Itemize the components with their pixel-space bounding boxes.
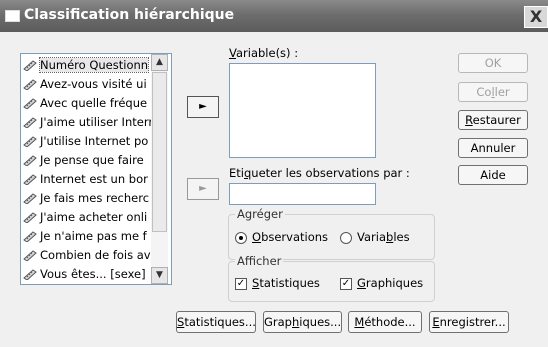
move-to-variables-button[interactable]: ►: [187, 96, 219, 118]
cancel-button[interactable]: Annuler: [458, 138, 528, 158]
variables-radio-label[interactable]: Variables: [357, 230, 410, 244]
ruler-icon: [23, 79, 37, 90]
list-item-label: Combien de fois av: [40, 248, 151, 262]
list-item-label: Vous êtes... [sexe]: [40, 267, 146, 281]
ruler-icon: [23, 155, 37, 166]
list-item[interactable]: J'utilise Internet po: [23, 132, 157, 151]
statistics-checkbox[interactable]: ✓: [235, 278, 247, 290]
ruler-icon: [23, 193, 37, 204]
window-title: Classification hiérarchique: [24, 7, 235, 23]
reset-button[interactable]: Restaurer: [458, 110, 528, 130]
ruler-icon: [23, 250, 37, 261]
list-item[interactable]: J'aime utiliser Interr: [23, 113, 157, 132]
move-to-label-button[interactable]: ►: [187, 178, 219, 200]
ruler-icon: [23, 98, 37, 109]
scroll-down-button[interactable]: ▼: [151, 267, 168, 284]
ruler-icon: [23, 136, 37, 147]
variables-label: Variable(s) :: [229, 46, 299, 60]
display-legend: Afficher: [235, 254, 284, 268]
ruler-icon: [23, 212, 37, 223]
list-item-label: Je fais mes recherc: [40, 191, 150, 205]
list-item[interactable]: Vous êtes... [sexe]: [23, 265, 157, 284]
title-bar[interactable]: Classification hiérarchique X: [0, 0, 548, 32]
observations-radio[interactable]: [235, 232, 247, 244]
list-item-label: Avez-vous visité ui: [40, 77, 147, 91]
graphics-button[interactable]: Graphiques...: [263, 311, 342, 333]
graphics-checkbox[interactable]: ✓: [340, 278, 352, 290]
list-item-label: J'aime acheter onli: [40, 210, 148, 224]
ok-button[interactable]: OK: [458, 53, 528, 73]
list-item[interactable]: Internet est un bor: [23, 170, 157, 189]
variables-target-list[interactable]: [229, 63, 376, 158]
label-cases-label: Etiqueter les observations par :: [229, 166, 410, 180]
statistics-button[interactable]: Statistiques...: [176, 311, 256, 333]
list-scrollbar[interactable]: ▲ ▼: [151, 54, 168, 284]
list-item-label: Avec quelle fréque: [40, 96, 148, 110]
list-item[interactable]: Avec quelle fréque: [23, 94, 157, 113]
list-item-label: J'aime utiliser Interr: [40, 115, 154, 129]
label-cases-field[interactable]: [229, 183, 376, 205]
list-item-label: J'utilise Internet po: [40, 134, 149, 148]
ruler-icon: [23, 174, 37, 185]
list-item[interactable]: Je pense que faire: [23, 151, 157, 170]
list-item-label: Internet est un bor: [40, 172, 148, 186]
list-item[interactable]: Avez-vous visité ui: [23, 75, 157, 94]
list-item-label: Numéro Questionn: [38, 57, 150, 73]
dialog-window: Classification hiérarchique X Numéro Que…: [0, 0, 548, 347]
ruler-icon: [23, 60, 37, 71]
ruler-icon: [23, 269, 37, 280]
list-item[interactable]: Numéro Questionn: [23, 56, 157, 75]
list-item[interactable]: Je fais mes recherc: [23, 189, 157, 208]
radio-selected-dot: [239, 236, 243, 240]
source-variable-list[interactable]: Numéro Questionn Avez-vous visité ui Avec …: [20, 53, 172, 285]
ruler-icon: [23, 117, 37, 128]
scroll-thumb[interactable]: [152, 72, 167, 232]
window-icon: [5, 10, 20, 22]
variables-radio[interactable]: [340, 232, 352, 244]
graphics-checkbox-label[interactable]: Graphiques: [357, 276, 423, 290]
list-item-label: Je pense que faire: [40, 153, 144, 167]
observations-label[interactable]: Observations: [252, 230, 328, 244]
list-item[interactable]: J'aime acheter onli: [23, 208, 157, 227]
help-button[interactable]: Aide: [458, 165, 528, 185]
list-item-label: Je n'aime pas me f: [40, 229, 147, 243]
list-item[interactable]: Je n'aime pas me f: [23, 227, 157, 246]
paste-button[interactable]: Coller: [458, 82, 528, 102]
method-button[interactable]: Méthode...: [348, 311, 422, 333]
ruler-icon: [23, 231, 37, 242]
aggregate-legend: Agréger: [235, 207, 285, 221]
save-button[interactable]: Enregistrer...: [429, 311, 509, 333]
close-button[interactable]: X: [524, 6, 548, 28]
list-item[interactable]: Combien de fois av: [23, 246, 157, 265]
statistics-checkbox-label[interactable]: Statistiques: [252, 276, 320, 290]
scroll-up-button[interactable]: ▲: [151, 54, 168, 71]
